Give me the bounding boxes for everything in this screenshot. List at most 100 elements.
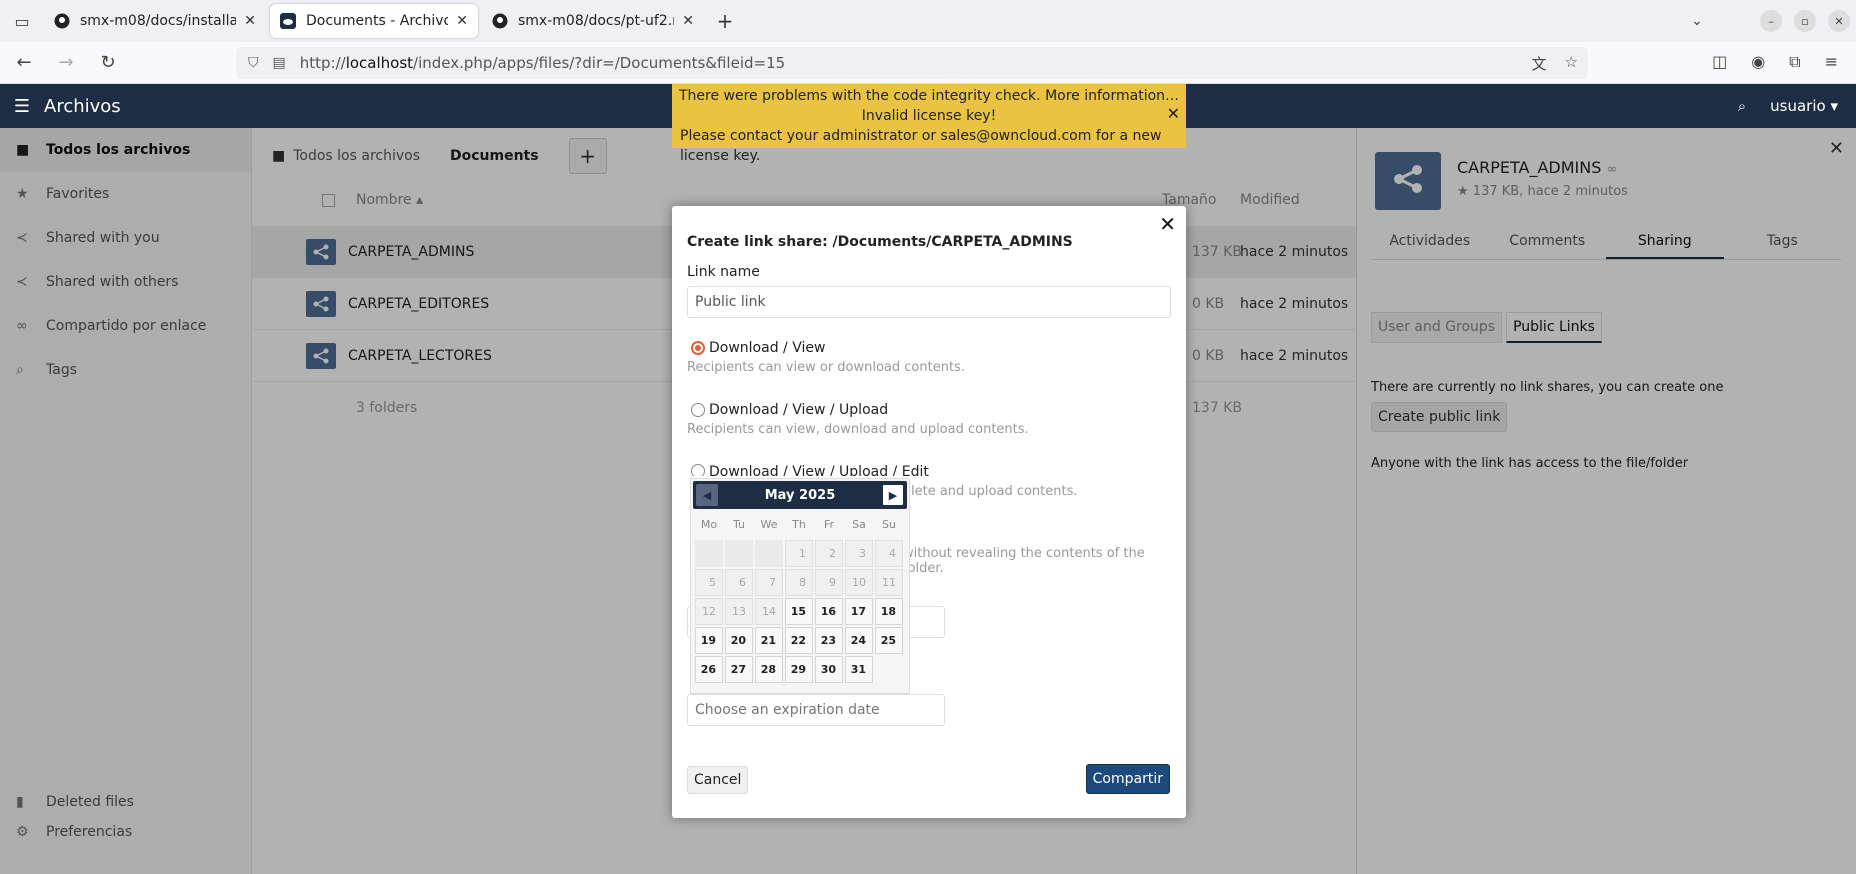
day-cell[interactable]: 28 [755, 656, 783, 683]
new-tab-button[interactable]: + [708, 4, 742, 38]
day-cell: 8 [785, 569, 813, 596]
radio-download-view-upload[interactable] [691, 403, 705, 417]
weekday-label: Th [792, 517, 806, 531]
option-label: Download / View / Upload / Edit [709, 464, 929, 476]
browser-tab-active[interactable]: Documents - Archivos - ov ✕ [270, 4, 478, 38]
day-cell: 7 [755, 569, 783, 596]
github-icon [54, 12, 70, 30]
back-button[interactable]: ← [6, 45, 42, 81]
user-name: usuario [1770, 97, 1826, 115]
tab-title: smx-m08/docs/pt-uf2.md [518, 13, 674, 29]
radio-download-view-upload-edit[interactable] [691, 464, 705, 476]
day-cell[interactable]: 25 [875, 627, 903, 654]
day-cell: 2 [815, 540, 843, 567]
warning-line-license: Invalid license key! [861, 108, 997, 124]
day-cell[interactable]: 19 [695, 627, 723, 654]
day-cell: 12 [695, 598, 723, 625]
forward-button[interactable]: → [48, 45, 84, 81]
option-label: Download / View / Upload [709, 402, 889, 418]
cancel-button[interactable]: Cancel [687, 766, 749, 794]
bookmark-star-icon[interactable]: ☆ [1565, 53, 1578, 74]
url-prefix: http:// [299, 54, 346, 72]
day-cell[interactable]: 23 [815, 627, 843, 654]
prev-month-icon[interactable]: ◀ [696, 484, 718, 506]
datepicker-header: ◀ May 2025 ▶ [693, 481, 907, 509]
account-icon[interactable]: ◉ [1751, 52, 1765, 72]
day-cell[interactable]: 26 [695, 656, 723, 683]
day-cell: 14 [755, 598, 783, 625]
day-cell[interactable]: 17 [845, 598, 873, 625]
day-cell[interactable]: 20 [725, 627, 753, 654]
share-button[interactable]: Compartir [1085, 764, 1170, 794]
option-download-view[interactable]: Download / View [691, 340, 825, 356]
reload-button[interactable]: ↻ [90, 45, 126, 81]
close-warning-icon[interactable]: ✕ [1167, 104, 1180, 123]
integrity-warning-banner: There were problems with the code integr… [672, 84, 1186, 164]
day-cell[interactable]: 30 [815, 656, 843, 683]
user-menu[interactable]: usuario ▾ [1770, 97, 1838, 115]
hamburger-menu-icon[interactable]: ☰ [0, 96, 44, 117]
radio-download-view[interactable] [691, 341, 705, 355]
tab-overflow-icon[interactable]: ⌄ [1680, 13, 1714, 29]
url-host: localhost [345, 54, 414, 72]
day-cell: 11 [875, 569, 903, 596]
datepicker-days: 1 2 3 4 5 6 7 8 9 10 11 12 13 14 15 16 17 18 19 20 21 22 23 24 2… [694, 539, 907, 684]
close-tab-icon[interactable]: ✕ [244, 13, 256, 29]
window-controls: ⌄ – ▫ ✕ [1680, 0, 1856, 42]
app-menu-icon[interactable]: ≡ [1825, 52, 1838, 72]
tab-title: Documents - Archivos - ov [306, 13, 449, 29]
close-window-button[interactable]: ✕ [1828, 10, 1850, 32]
day-cell: 13 [725, 598, 753, 625]
day-cell: 10 [845, 569, 873, 596]
day-cell[interactable]: 16 [815, 598, 843, 625]
github-icon [492, 12, 508, 30]
close-tab-icon[interactable]: ✕ [682, 13, 694, 29]
day-cell[interactable]: 24 [845, 627, 873, 654]
owncloud-icon [280, 12, 296, 30]
minimize-button[interactable]: – [1760, 10, 1782, 32]
weekday-label: Mo [700, 517, 718, 531]
day-cell[interactable]: 31 [845, 656, 873, 683]
browser-nav-bar: ← → ↻ ⛉ ▤ http://localhost/index.php/app… [0, 42, 1856, 84]
datepicker-weekdays: Mo Tu We Th Fr Sa Su [694, 509, 907, 539]
maximize-button[interactable]: ▫ [1794, 10, 1816, 32]
weekday-label: We [760, 517, 778, 531]
next-month-icon[interactable]: ▶ [882, 484, 904, 506]
option-label: Download / View [709, 340, 826, 356]
option-description: Recipients can view, download and upload… [687, 422, 1029, 437]
day-cell: 5 [695, 569, 723, 596]
day-cell[interactable]: 21 [755, 627, 783, 654]
day-cell[interactable]: 22 [785, 627, 813, 654]
pocket-icon[interactable]: ◫ [1712, 52, 1727, 72]
datepicker-month: May 2025 [764, 487, 836, 503]
option-description: Recipients can view or download contents… [687, 360, 965, 375]
browser-tab[interactable]: smx-m08/docs/pt-uf2.md ✕ [482, 4, 704, 38]
translate-icon[interactable]: 文 [1532, 53, 1547, 74]
day-cell[interactable]: 18 [875, 598, 903, 625]
day-cell[interactable]: 29 [785, 656, 813, 683]
day-cell[interactable]: 27 [725, 656, 753, 683]
search-icon[interactable]: ⌕ [1738, 97, 1746, 115]
link-name-input[interactable] [687, 286, 1171, 318]
browser-tab-bar: ▭ smx-m08/docs/installacio ✕ Documents -… [0, 0, 1856, 42]
close-tab-icon[interactable]: ✕ [456, 13, 468, 29]
browser-tab[interactable]: smx-m08/docs/installacio ✕ [44, 4, 266, 38]
warning-line-integrity[interactable]: There were problems with the code integr… [672, 86, 1186, 106]
option-download-view-upload-edit[interactable]: Download / View / Upload / Edit [691, 464, 929, 476]
app-name[interactable]: Archivos [44, 96, 121, 117]
day-cell: 3 [845, 540, 873, 567]
day-cell: 6 [725, 569, 753, 596]
expiration-date-input[interactable] [687, 694, 945, 726]
weekday-label: Fr [823, 517, 835, 531]
warning-line-contact: Please contact your administrator or sal… [680, 128, 1162, 164]
day-cell: 4 [875, 540, 903, 567]
day-cell: 9 [815, 569, 843, 596]
shield-icon: ⛉ [248, 55, 259, 71]
option-download-view-upload[interactable]: Download / View / Upload [691, 402, 888, 418]
day-cell[interactable]: 15 [785, 598, 813, 625]
url-bar[interactable]: ⛉ ▤ http://localhost/index.php/apps/file… [236, 47, 1588, 79]
extensions-icon[interactable]: ⧉ [1789, 52, 1800, 72]
option-description: without revealing the contents of the fo… [903, 546, 1145, 576]
tab-list-icon[interactable]: ▭ [0, 0, 44, 42]
close-dialog-icon[interactable]: ✕ [1159, 212, 1176, 236]
